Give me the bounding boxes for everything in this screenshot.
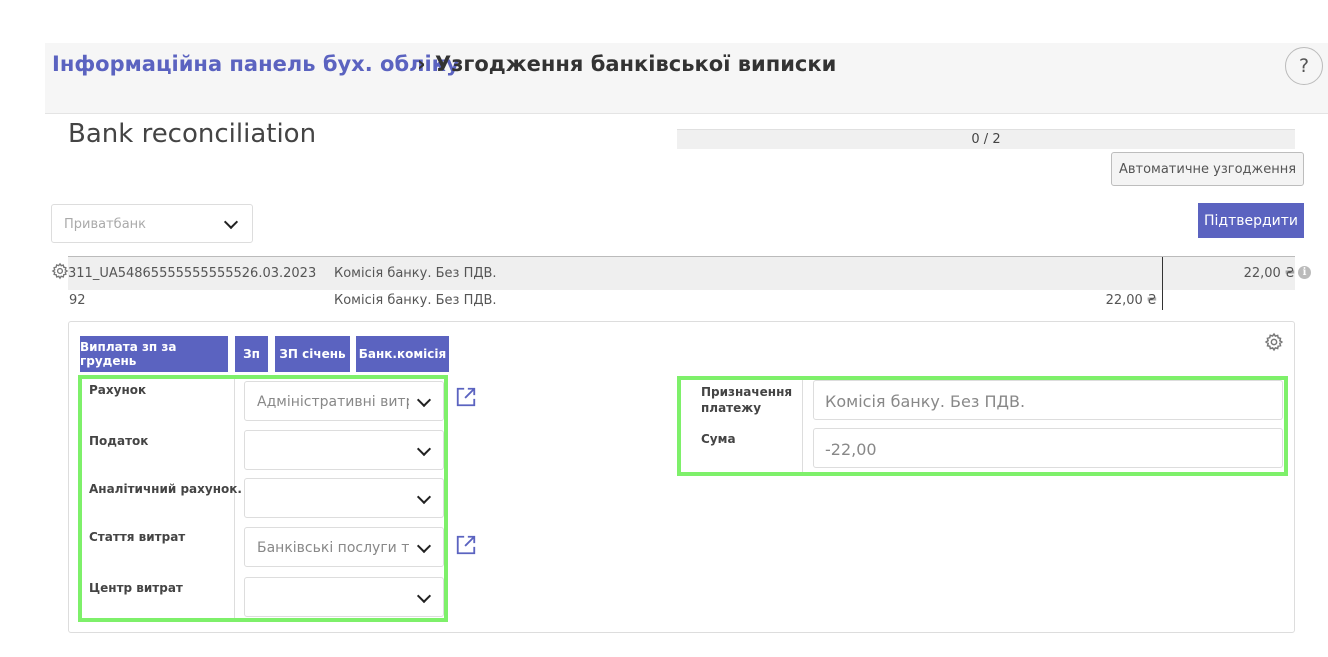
journal-select[interactable]: Приватбанк bbox=[51, 204, 253, 243]
external-link-icon[interactable] bbox=[455, 534, 477, 556]
model-button-bank-fee[interactable]: Банк.комісія bbox=[356, 336, 449, 372]
external-link-icon[interactable] bbox=[455, 386, 477, 408]
statement-line-label: Комісія банку. Без ПДВ. bbox=[334, 266, 497, 281]
cost-center-label: Центр витрат bbox=[89, 581, 183, 595]
chevron-down-icon bbox=[416, 441, 432, 457]
chevron-down-icon bbox=[416, 489, 432, 505]
statement-line-amount: 22,00 ₴ bbox=[1243, 266, 1295, 281]
journal-select-value: Приватбанк bbox=[64, 217, 147, 232]
breadcrumb-current: Узгодження банківської виписки bbox=[435, 52, 837, 76]
divider bbox=[802, 380, 803, 472]
account-select[interactable]: Адміністративні витрати bbox=[244, 381, 444, 421]
analytic-account-select[interactable] bbox=[244, 478, 444, 518]
expense-item-select-value: Банківські послуги та збори bbox=[257, 540, 417, 556]
model-button-salary-january[interactable]: ЗП січень bbox=[275, 336, 350, 372]
statement-line-row[interactable]: 311_UA54865555555555526.03.2023 Комісія … bbox=[68, 257, 1295, 290]
gear-icon[interactable] bbox=[1264, 332, 1284, 352]
counterpart-line-amount: 22,00 ₴ bbox=[1105, 293, 1157, 308]
control-panel: Інформаційна панель бух. обліку › Узгодж… bbox=[45, 43, 1328, 114]
auto-reconcile-button[interactable]: Автоматичне узгодження bbox=[1111, 152, 1304, 186]
chevron-down-icon bbox=[416, 588, 432, 604]
statement-line-reference: 311_UA54865555555555526.03.2023 bbox=[68, 266, 317, 281]
page-title: Bank reconciliation bbox=[68, 119, 317, 149]
tax-label: Податок bbox=[89, 434, 149, 448]
help-button[interactable]: ? bbox=[1285, 47, 1323, 85]
counterpart-line-label: Комісія банку. Без ПДВ. bbox=[334, 293, 497, 308]
expense-item-select[interactable]: Банківські послуги та збори bbox=[244, 527, 444, 567]
info-icon[interactable]: i bbox=[1298, 266, 1311, 279]
payment-purpose-label: Призначення платежу bbox=[701, 385, 793, 415]
breadcrumb-separator: › bbox=[417, 52, 426, 76]
confirm-button[interactable]: Підтвердити bbox=[1198, 203, 1304, 238]
payment-purpose-input[interactable]: Комісія банку. Без ПДВ. bbox=[813, 380, 1283, 420]
tax-select[interactable] bbox=[244, 430, 444, 470]
account-label: Рахунок bbox=[89, 383, 147, 397]
chevron-down-icon bbox=[223, 214, 239, 230]
model-button-salary[interactable]: Зп bbox=[235, 336, 268, 372]
breadcrumb-parent-link[interactable]: Інформаційна панель бух. обліку bbox=[52, 52, 460, 76]
progress-bar: 0 / 2 bbox=[677, 129, 1295, 149]
amount-input[interactable]: -22,00 bbox=[813, 428, 1283, 468]
account-select-value: Адміністративні витрати bbox=[257, 394, 417, 410]
column-divider bbox=[1162, 257, 1163, 310]
counterpart-line-row[interactable]: 92 Комісія банку. Без ПДВ. 22,00 ₴ bbox=[68, 290, 1162, 312]
gear-icon[interactable] bbox=[51, 262, 69, 280]
amount-label: Сума bbox=[701, 432, 736, 446]
counterpart-line-reference: 92 bbox=[69, 293, 86, 308]
model-button-salary-december[interactable]: Виплата зп за грудень bbox=[80, 336, 228, 372]
progress-text: 0 / 2 bbox=[971, 132, 1001, 147]
cost-center-select[interactable] bbox=[244, 577, 444, 617]
expense-item-label: Стаття витрат bbox=[89, 530, 186, 544]
analytic-account-label: Аналітичний рахунок. bbox=[89, 482, 242, 496]
divider bbox=[234, 379, 235, 618]
